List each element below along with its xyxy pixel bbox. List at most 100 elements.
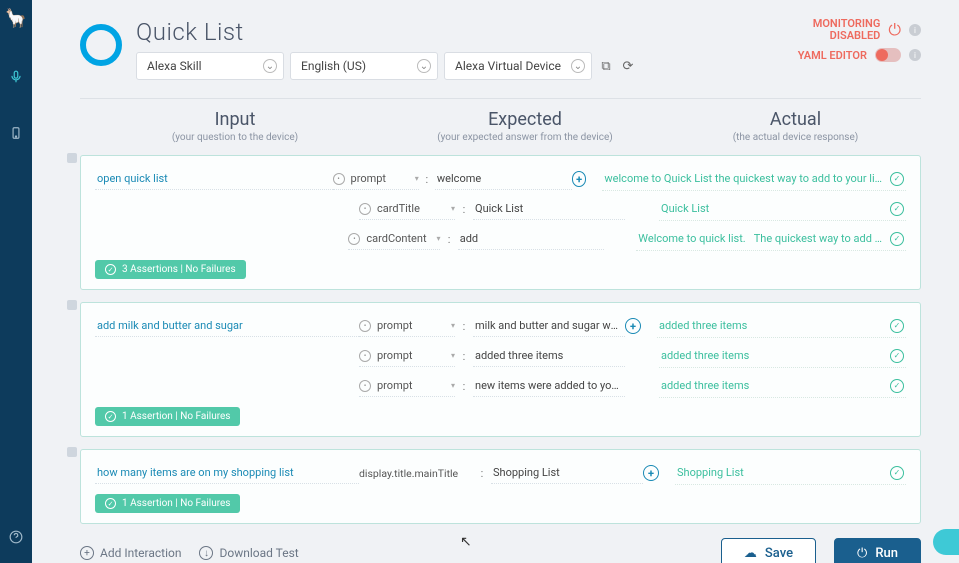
- assertion-row: •prompt▾:added three items added three it…: [95, 341, 906, 371]
- check-icon: ✓: [890, 379, 904, 393]
- download-icon: ↓: [199, 546, 213, 560]
- help-icon[interactable]: [8, 529, 24, 545]
- check-icon: ✓: [890, 172, 904, 186]
- expected-cell[interactable]: Shopping List: [491, 462, 643, 484]
- expected-cell[interactable]: welcome: [435, 168, 572, 190]
- check-icon: ✓: [890, 466, 904, 480]
- power-icon: ⏻: [857, 546, 867, 561]
- sidebar: 🦙: [0, 0, 32, 563]
- input-cell[interactable]: [95, 382, 359, 390]
- check-icon: ✓: [105, 498, 116, 509]
- columns-header: Input(your question to the device) Expec…: [80, 109, 921, 143]
- cloud-icon: ☁: [744, 546, 757, 561]
- expected-cell[interactable]: Quick List: [473, 198, 625, 220]
- run-button[interactable]: ⏻Run: [834, 538, 921, 563]
- check-icon: ✓: [890, 349, 904, 363]
- check-icon: ✓: [105, 411, 116, 422]
- input-cell[interactable]: [95, 235, 348, 243]
- colon-separator: :: [440, 233, 457, 246]
- radio-icon: •: [333, 173, 345, 185]
- device-select[interactable]: Alexa Virtual Device⌄: [444, 52, 592, 80]
- chevron-down-icon: ⌄: [417, 59, 431, 73]
- locale-select[interactable]: English (US)⌄: [290, 52, 438, 80]
- expected-cell[interactable]: add: [458, 228, 604, 250]
- refresh-icon[interactable]: ⟳: [620, 58, 636, 74]
- interaction-block: how many items are on my shopping listdi…: [80, 449, 921, 524]
- interaction-block: open quick list•prompt▾:welcome+welcome …: [80, 155, 921, 290]
- download-test-button[interactable]: ↓Download Test: [199, 546, 298, 560]
- actual-cell: added three items✓: [657, 315, 906, 338]
- chat-widget-icon[interactable]: [933, 529, 959, 555]
- interaction-block: add milk and butter and sugar•prompt▾:mi…: [80, 302, 921, 437]
- actual-cell: Shopping List✓: [675, 462, 906, 485]
- chevron-down-icon: ⌄: [571, 59, 585, 73]
- radio-icon: •: [359, 380, 371, 392]
- monitoring-status: MONITORINGDISABLED: [813, 18, 881, 42]
- add-assertion-icon[interactable]: +: [572, 171, 587, 187]
- colon-separator: :: [455, 203, 473, 216]
- actual-cell: Quick List✓: [659, 198, 906, 221]
- yaml-editor-label: YAML EDITOR: [798, 49, 867, 62]
- page-title: Quick List: [136, 18, 798, 46]
- input-cell[interactable]: add milk and butter and sugar: [95, 315, 359, 337]
- colon-separator: :: [455, 320, 473, 333]
- assertion-badge: ✓3 Assertions | No Failures: [95, 260, 246, 279]
- divider: [80, 98, 921, 99]
- save-button[interactable]: ☁Save: [721, 538, 816, 563]
- info-icon[interactable]: i: [909, 49, 921, 61]
- power-icon[interactable]: ⏻: [888, 20, 901, 40]
- colon-separator: :: [455, 380, 473, 393]
- logo-icon: 🦙: [5, 8, 27, 29]
- colon-separator: :: [455, 350, 473, 363]
- add-assertion-icon[interactable]: +: [643, 465, 659, 481]
- radio-icon: •: [359, 350, 371, 362]
- mic-icon[interactable]: [8, 69, 24, 85]
- plus-icon: +: [80, 546, 94, 560]
- check-icon: ✓: [890, 319, 904, 333]
- add-assertion-icon[interactable]: +: [625, 318, 641, 334]
- actual-cell: welcome to Quick List the quickest way t…: [602, 168, 906, 191]
- input-cell[interactable]: [95, 205, 359, 213]
- expected-cell[interactable]: new items were added to your list: [473, 375, 625, 397]
- assertion-badge: ✓1 Assertion | No Failures: [95, 407, 240, 426]
- copy-icon[interactable]: ⧉: [598, 58, 614, 74]
- attribute-select[interactable]: •prompt▾: [333, 168, 419, 190]
- device-icon[interactable]: [8, 125, 24, 141]
- check-icon: ✓: [890, 232, 904, 246]
- col-input-title: Input: [90, 109, 380, 130]
- radio-icon: •: [348, 233, 360, 245]
- alexa-ring-icon: [80, 24, 122, 66]
- attribute-select[interactable]: •prompt▾: [359, 375, 455, 397]
- input-cell[interactable]: [95, 352, 359, 360]
- attribute-cell[interactable]: display.title.mainTitle: [359, 463, 473, 484]
- expected-cell[interactable]: milk and butter and sugar were add…: [473, 315, 625, 337]
- check-icon: ✓: [890, 202, 904, 216]
- yaml-toggle[interactable]: [875, 48, 901, 62]
- chevron-down-icon: ⌄: [263, 59, 277, 73]
- assertion-row: •cardContent▾:addWelcome to quick list.T…: [95, 224, 906, 254]
- col-actual-title: Actual: [670, 109, 921, 130]
- input-cell[interactable]: how many items are on my shopping list: [95, 462, 359, 484]
- attribute-select[interactable]: •cardTitle▾: [359, 198, 455, 220]
- assertion-row: •prompt▾:new items were added to your li…: [95, 371, 906, 401]
- attribute-select[interactable]: •prompt▾: [359, 315, 455, 337]
- attribute-select[interactable]: •cardContent▾: [348, 228, 440, 250]
- assertion-row: •cardTitle▾:Quick List Quick List✓: [95, 194, 906, 224]
- actual-cell: added three items✓: [659, 375, 906, 398]
- colon-separator: :: [419, 173, 435, 186]
- add-interaction-button[interactable]: +Add Interaction: [80, 546, 181, 560]
- info-icon[interactable]: i: [909, 24, 921, 36]
- col-expected-title: Expected: [380, 109, 670, 130]
- assertion-badge: ✓1 Assertion | No Failures: [95, 494, 240, 513]
- radio-icon: •: [359, 320, 371, 332]
- expected-cell[interactable]: added three items: [473, 345, 625, 367]
- main-content: Quick List Alexa Skill⌄ English (US)⌄ Al…: [32, 0, 959, 563]
- attribute-select[interactable]: •prompt▾: [359, 345, 455, 367]
- assertion-row: open quick list•prompt▾:welcome+ welcome …: [95, 164, 906, 194]
- platform-select[interactable]: Alexa Skill⌄: [136, 52, 284, 80]
- actual-cell: added three items✓: [659, 345, 906, 368]
- assertion-row: how many items are on my shopping listdi…: [95, 458, 906, 488]
- check-icon: ✓: [105, 264, 116, 275]
- assertion-row: add milk and butter and sugar•prompt▾:mi…: [95, 311, 906, 341]
- input-cell[interactable]: open quick list: [95, 168, 333, 190]
